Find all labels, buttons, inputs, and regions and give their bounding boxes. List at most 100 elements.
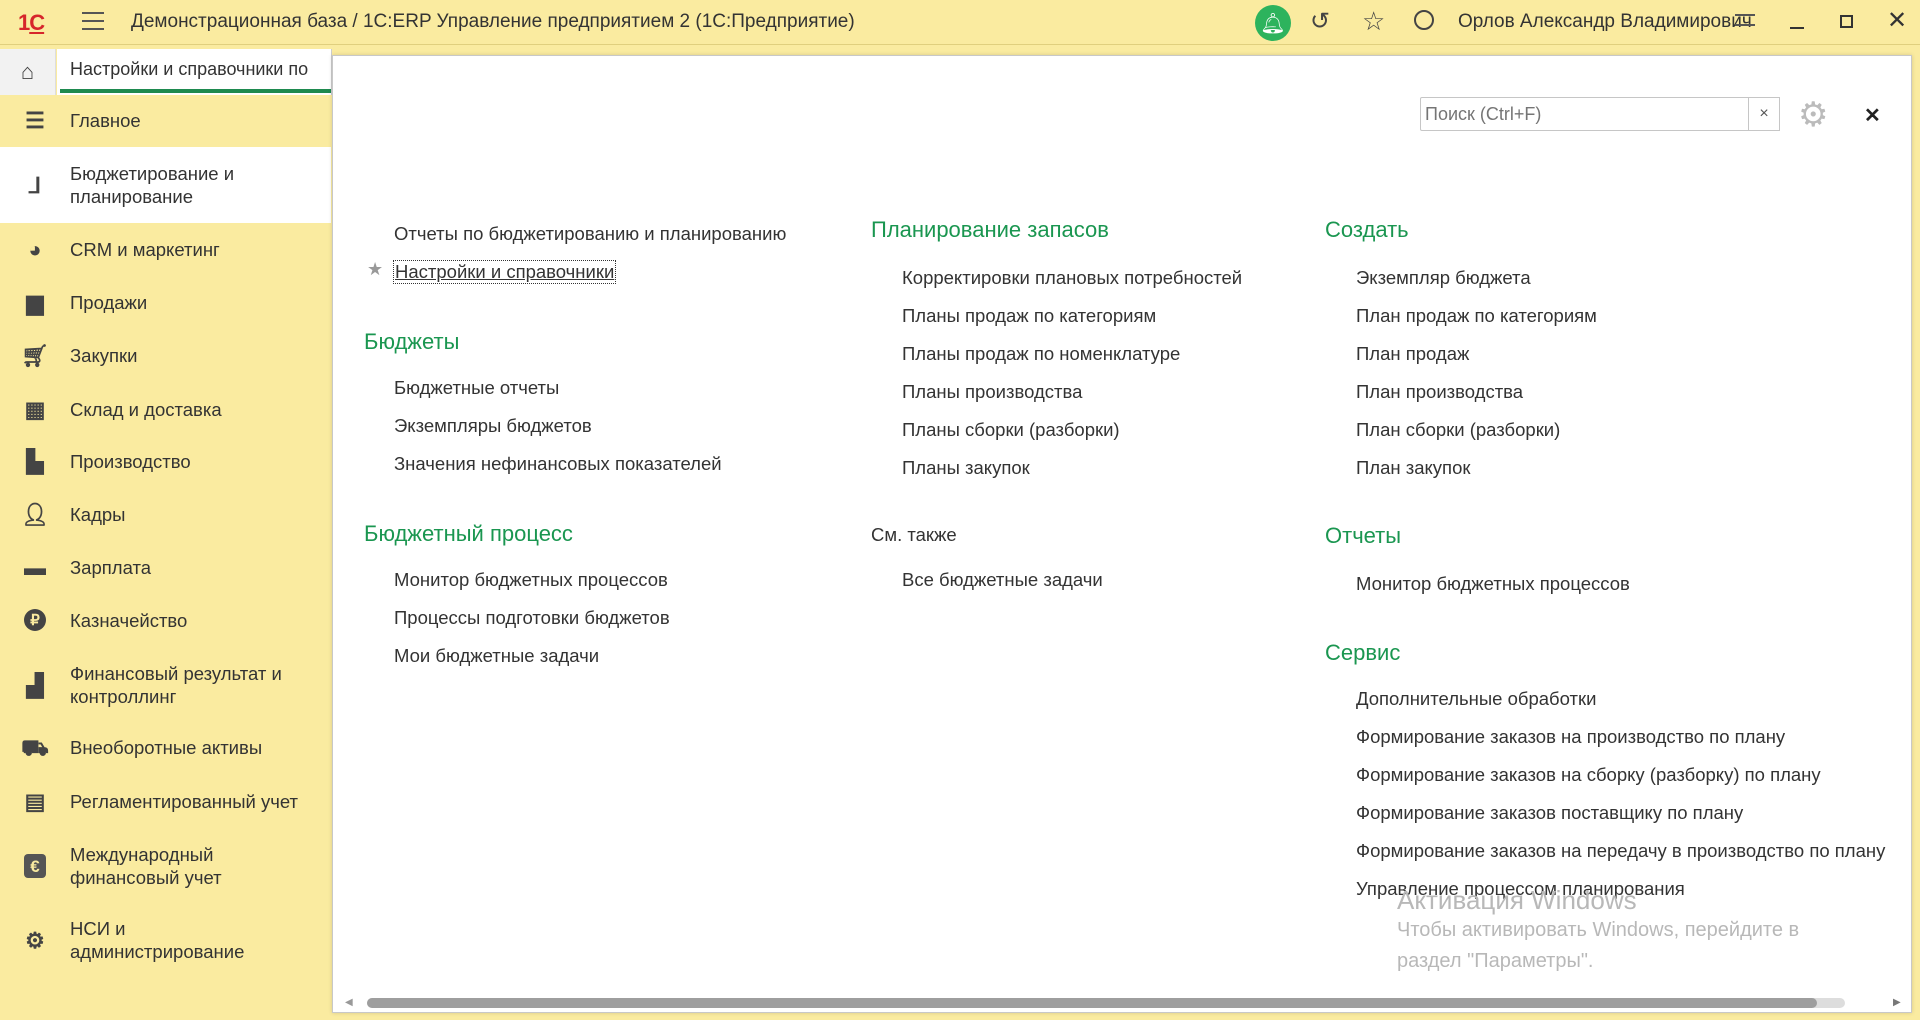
nav-link[interactable]: Монитор бюджетных процессов: [1356, 573, 1630, 595]
sidebar-item[interactable]: ▟ Финансовый результат и контроллинг: [0, 657, 331, 713]
sidebar-item[interactable]: ⅃ Бюджетирование и планирование: [0, 147, 331, 223]
nav-link[interactable]: Планы продаж по номенклатуре: [902, 343, 1180, 365]
main-menu-icon[interactable]: [82, 12, 104, 30]
restore-button[interactable]: [1840, 15, 1853, 28]
nav-link[interactable]: Формирование заказов на сборку (разборку…: [1356, 764, 1821, 786]
sidebar-item[interactable]: ⚙ НСИ и администрирование: [0, 911, 331, 969]
title-bar: 1С Демонстрационная база / 1С:ERP Управл…: [0, 0, 1920, 45]
sidebar-item-label: Международный финансовый учет: [70, 844, 222, 888]
sidebar-item-label: Бюджетирование и планирование: [70, 163, 235, 207]
nav-link[interactable]: План производства: [1356, 381, 1523, 403]
scroll-left-arrow[interactable]: ◀: [345, 997, 353, 1008]
budget-reports-link[interactable]: Отчеты по бюджетированию и планированию: [394, 223, 786, 245]
see-also-header: См. также: [871, 524, 957, 545]
scroll-thumb[interactable]: [367, 998, 1817, 1008]
euro-icon: €: [24, 854, 46, 878]
search-icon[interactable]: [1414, 10, 1434, 30]
horizontal-scrollbar[interactable]: ◀ ▶: [345, 996, 1905, 1010]
nav-link[interactable]: Формирование заказов на производство по …: [1356, 726, 1785, 748]
close-window-button[interactable]: ✕: [1887, 6, 1907, 35]
panel-settings-gear-icon[interactable]: ⚙: [1798, 95, 1828, 135]
windows-activation-line2: раздел "Параметры".: [1397, 950, 1594, 972]
panel-close-button[interactable]: ✕: [1864, 103, 1881, 128]
person-icon: 👤︎: [21, 501, 49, 527]
calculator-icon: ▤: [24, 788, 46, 814]
shopping-bag-icon: ▆: [26, 289, 44, 315]
group-header: Планирование запасов: [871, 217, 1109, 242]
nav-link[interactable]: План продаж: [1356, 343, 1469, 365]
nav-link[interactable]: Все бюджетные задачи: [902, 569, 1103, 591]
sections-sidebar: ☰ Главное ⅃ Бюджетирование и планирование ◕ C…: [0, 95, 331, 1020]
sidebar-item[interactable]: 👤︎ Кадры: [0, 490, 331, 538]
group-header: Бюджетный процесс: [364, 521, 573, 546]
sidebar-item-label: Зарплата: [70, 556, 152, 578]
windows-activation-line1: Чтобы активировать Windows, перейдите в: [1397, 919, 1800, 941]
1c-logo-icon: 1С: [18, 10, 45, 35]
notifications-bell-icon[interactable]: 🔔︎: [1255, 5, 1291, 41]
group-header: Бюджеты: [364, 329, 460, 354]
sidebar-item-label: Внеоборотные активы: [70, 736, 263, 758]
nav-link[interactable]: Экземпляр бюджета: [1356, 267, 1531, 289]
nav-link[interactable]: Процессы подготовки бюджетов: [394, 607, 670, 629]
nav-link[interactable]: Корректировки плановых потребностей: [902, 267, 1242, 289]
sidebar-item-label: Казначейство: [70, 609, 188, 631]
sidebar-item[interactable]: 🛒︎ Закупки: [0, 331, 331, 379]
home-button[interactable]: ⌂: [0, 49, 56, 95]
scroll-right-arrow[interactable]: ▶: [1893, 997, 1901, 1008]
sidebar-item[interactable]: ₽ Казначейство: [0, 596, 331, 644]
sidebar-item[interactable]: ▤ Регламентированный учет: [0, 777, 331, 825]
favorites-star-icon[interactable]: ☆: [1362, 6, 1385, 37]
nav-link[interactable]: Планы закупок: [902, 457, 1030, 479]
nav-link[interactable]: План сборки (разборки): [1356, 419, 1560, 441]
home-icon: ⌂: [20, 59, 35, 84]
sidebar-item[interactable]: ▬ Зарплата: [0, 543, 331, 591]
pie-chart-icon: ◕: [28, 236, 42, 262]
nav-link[interactable]: Формирование заказов поставщику по плану: [1356, 802, 1743, 824]
windows-activation-title: Активация Windows: [1397, 885, 1637, 915]
nav-link[interactable]: Планы сборки (разборки): [902, 419, 1120, 441]
sidebar-item-label: Финансовый результат и контроллинг: [70, 663, 282, 707]
sidebar-item[interactable]: ◕ CRM и маркетинг: [0, 225, 331, 273]
sidebar-item-label: Склад и доставка: [70, 398, 222, 420]
history-icon[interactable]: ↺: [1310, 7, 1330, 36]
budget-chart-icon: ⅃: [28, 172, 42, 198]
settings-menu-icon[interactable]: [1735, 14, 1755, 26]
sidebar-item[interactable]: € Международный финансовый учет: [0, 838, 331, 894]
nav-link[interactable]: Дополнительные обработки: [1356, 688, 1596, 710]
nav-link[interactable]: Бюджетные отчеты: [394, 377, 559, 399]
group-header: Отчеты: [1325, 523, 1402, 548]
nav-link[interactable]: Монитор бюджетных процессов: [394, 569, 668, 591]
sidebar-item[interactable]: ▙ Производство: [0, 437, 331, 485]
warehouse-icon: ▦: [24, 396, 46, 422]
menu-icon: ☰: [25, 107, 45, 133]
search-clear-button[interactable]: ×: [1749, 97, 1780, 131]
ruble-icon: ₽: [24, 609, 46, 631]
search-input[interactable]: [1420, 97, 1749, 131]
sidebar-item[interactable]: ☰ Главное: [0, 95, 331, 145]
minimize-button[interactable]: [1790, 27, 1804, 29]
nav-link[interactable]: Формирование заказов на передачу в произ…: [1356, 840, 1885, 862]
nav-link[interactable]: Экземпляры бюджетов: [394, 415, 592, 437]
nav-link[interactable]: Мои бюджетные задачи: [394, 645, 599, 667]
nav-link[interactable]: Планы производства: [902, 381, 1082, 403]
tab-settings-and-references[interactable]: Настройки и справочники по: [57, 49, 332, 95]
sidebar-item-label: CRM и маркетинг: [70, 238, 220, 260]
nav-link[interactable]: План закупок: [1356, 457, 1470, 479]
sidebar-item[interactable]: ▦ Склад и доставка: [0, 385, 331, 433]
group-header: Сервис: [1325, 640, 1401, 665]
gear-icon: ⚙: [25, 927, 45, 953]
user-name[interactable]: Орлов Александр Владимирович: [1458, 11, 1752, 33]
sidebar-item-label: Регламентированный учет: [70, 790, 298, 812]
nav-link[interactable]: Планы продаж по категориям: [902, 305, 1156, 327]
window-title: Демонстрационная база / 1С:ERP Управлени…: [131, 11, 855, 32]
group-header: Создать: [1325, 217, 1409, 242]
settings-and-references-link[interactable]: Настройки и справочники: [392, 260, 617, 284]
cart-icon: 🛒︎: [21, 342, 49, 368]
sidebar-item[interactable]: ⛟ Внеоборотные активы: [0, 723, 331, 771]
nav-link[interactable]: Значения нефинансовых показателей: [394, 453, 722, 475]
nav-link[interactable]: План продаж по категориям: [1356, 305, 1597, 327]
sidebar-item[interactable]: ▆ Продажи: [0, 278, 331, 326]
favorite-star-icon[interactable]: ★: [367, 259, 383, 280]
sidebar-item-label: Продажи: [70, 291, 148, 313]
sidebar-item-label: Закупки: [70, 344, 138, 366]
